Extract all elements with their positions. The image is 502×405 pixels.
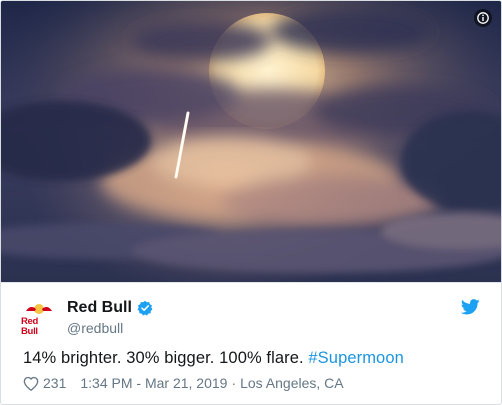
heart-icon (23, 376, 39, 391)
tweet-text-body: 14% brighter. 30% bigger. 100% flare. (23, 349, 309, 367)
author-names: Red Bull @redbull (67, 297, 153, 336)
tweet-author[interactable]: Red Bull Red Bull @redbull (21, 297, 153, 337)
tweet-location[interactable]: Los Angeles, CA (240, 375, 344, 391)
tweet-meta: 231 1:34 PM - Mar 21, 2019 · Los Angeles… (23, 375, 344, 391)
tweet-photo[interactable] (1, 1, 501, 282)
avatar-brand-text: Red Bull (21, 315, 39, 337)
tweet-text: 14% brighter. 30% bigger. 100% flare. #S… (23, 349, 404, 368)
moon-photo-illustration (1, 1, 501, 282)
like-button[interactable]: 231 (23, 375, 66, 391)
tweet-timestamp[interactable]: 1:34 PM - Mar 21, 2019 (80, 375, 227, 391)
red-bull-logo-icon (26, 303, 52, 314)
verified-badge-icon (137, 300, 153, 316)
like-count: 231 (43, 375, 67, 391)
media-divider (1, 282, 501, 283)
meta-separator: · (231, 375, 237, 391)
hashtag-link[interactable]: #Supermoon (308, 349, 403, 367)
twitter-bird-icon[interactable] (460, 299, 480, 320)
embedded-tweet-card: Red Bull Red Bull @redbull 14% brighter.… (0, 0, 502, 405)
info-icon[interactable] (474, 9, 492, 27)
avatar[interactable]: Red Bull (21, 301, 57, 337)
display-name[interactable]: Red Bull (67, 299, 132, 317)
user-handle[interactable]: @redbull (67, 320, 153, 336)
